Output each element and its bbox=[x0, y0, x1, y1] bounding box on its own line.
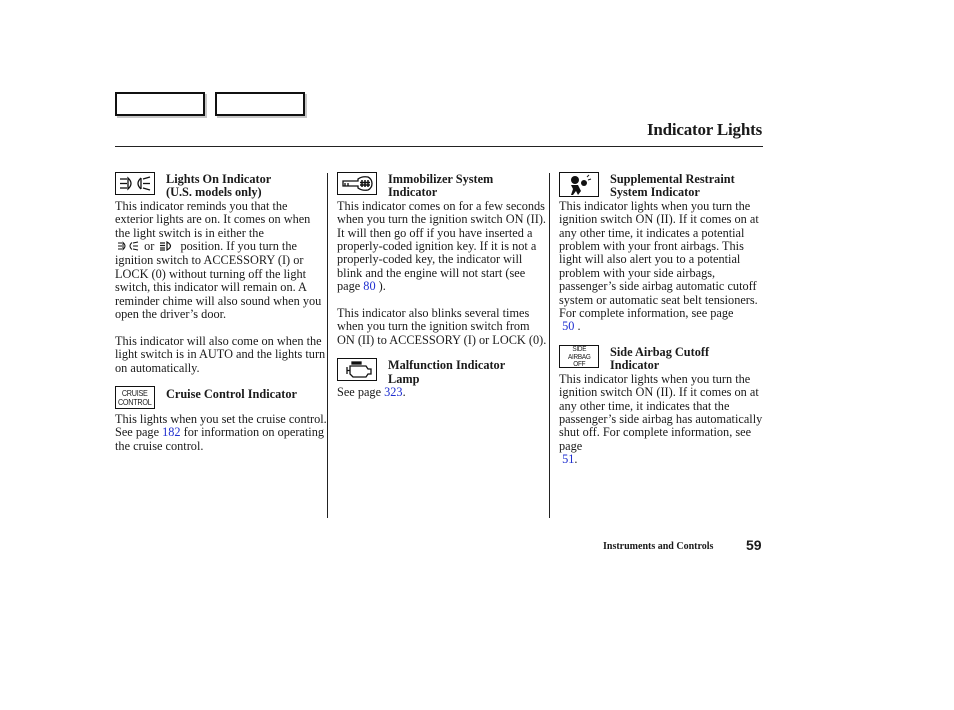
title-divider bbox=[115, 146, 763, 147]
section-header: Immobilizer System Indicator bbox=[337, 172, 549, 200]
headlights-on-icon bbox=[159, 240, 175, 254]
section-body: See page 323. bbox=[337, 385, 406, 400]
section-title: Side Airbag Cutoff Indicator bbox=[610, 344, 710, 373]
section-header: Lights On Indicator (U.S. models only) bbox=[115, 172, 327, 200]
column-3: Supplemental Restraint System Indicator … bbox=[559, 172, 764, 467]
column-1: Lights On Indicator (U.S. models only) T… bbox=[115, 172, 327, 453]
section-body: This indicator will also come on when th… bbox=[115, 333, 326, 375]
section-header: Supplemental Restraint System Indicator bbox=[559, 172, 764, 200]
airbag-icon bbox=[559, 172, 599, 197]
section-body: This indicator reminds you that the exte… bbox=[115, 198, 322, 322]
page-title: Indicator Lights bbox=[646, 120, 762, 139]
section-title: Malfunction Indicator Lamp bbox=[388, 358, 506, 386]
section-header: CRUISE CONTROL Cruise Control Indicator bbox=[115, 386, 327, 413]
nav-tab-2[interactable] bbox=[215, 92, 305, 116]
headlight-icon bbox=[115, 172, 155, 195]
page-link-323[interactable]: 323 bbox=[384, 385, 402, 399]
page-link-80[interactable]: 80 bbox=[363, 279, 375, 293]
column-divider bbox=[549, 173, 550, 518]
section-header: SIDE AIRBAG OFF Side Airbag Cutoff Indic… bbox=[559, 344, 764, 373]
side-airbag-cutoff-section: SIDE AIRBAG OFF Side Airbag Cutoff Indic… bbox=[559, 344, 764, 467]
page-link-182[interactable]: 182 bbox=[162, 425, 180, 439]
section-body: This lights when you set the cruise cont… bbox=[115, 412, 327, 453]
cruise-control-icon: CRUISE CONTROL bbox=[115, 386, 155, 410]
footer-section-name: Instruments and Controls bbox=[603, 541, 714, 552]
section-title: Cruise Control Indicator bbox=[166, 387, 297, 402]
page-link-50[interactable]: 50 bbox=[562, 319, 574, 333]
page-number: 59 bbox=[746, 537, 762, 553]
column-2: Immobilizer System Indicator This indica… bbox=[337, 172, 549, 399]
column-divider bbox=[327, 173, 328, 518]
section-title: Supplemental Restraint System Indicator bbox=[610, 172, 735, 200]
engine-icon bbox=[337, 358, 377, 382]
section-body: This indicator comes on for a few second… bbox=[337, 198, 547, 294]
section-body: This indicator lights when you turn the … bbox=[559, 198, 759, 334]
section-title: Lights On Indicator (U.S. models only) bbox=[166, 172, 272, 200]
malfunction-section: Malfunction Indicator Lamp See page 323. bbox=[337, 358, 549, 399]
side-airbag-off-icon: SIDE AIRBAG OFF bbox=[559, 344, 599, 368]
lights-on-section: Lights On Indicator (U.S. models only) T… bbox=[115, 172, 327, 375]
srs-section: Supplemental Restraint System Indicator … bbox=[559, 172, 764, 334]
page-link-51[interactable]: 51 bbox=[562, 452, 574, 466]
cruise-control-section: CRUISE CONTROL Cruise Control Indicator … bbox=[115, 386, 327, 453]
immobilizer-key-icon bbox=[337, 172, 377, 195]
nav-tab-1[interactable] bbox=[115, 92, 205, 116]
section-header: Malfunction Indicator Lamp bbox=[337, 358, 549, 386]
section-body: This indicator lights when you turn the … bbox=[559, 371, 763, 467]
section-title: Immobilizer System Indicator bbox=[388, 172, 494, 200]
parking-lights-icon bbox=[117, 241, 139, 254]
immobilizer-section: Immobilizer System Indicator This indica… bbox=[337, 172, 549, 347]
section-body: This indicator also blinks several times… bbox=[337, 306, 547, 347]
